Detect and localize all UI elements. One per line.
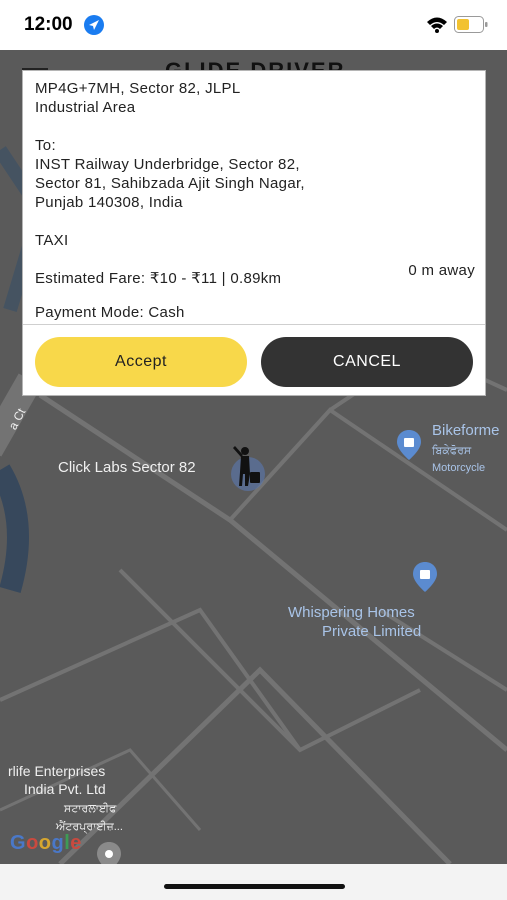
google-logo: Google	[10, 832, 82, 854]
map-label-enterprises-punjabi-1: ਸਟਾਰਲਾਈਫ	[64, 803, 117, 815]
map-label-whispering-1: Whispering Homes	[288, 604, 415, 621]
ride-details: MP4G+7MH, Sector 82, JLPL Industrial Are…	[35, 79, 475, 322]
pickup-address: MP4G+7MH, Sector 82, JLPL Industrial Are…	[35, 80, 241, 116]
place-pin-icon[interactable]	[97, 842, 121, 864]
home-indicator-area	[0, 864, 507, 900]
dropoff-address: INST Railway Underbridge, Sector 82, Sec…	[35, 156, 305, 211]
to-label: To:	[35, 137, 56, 154]
map-label-enterprises-1: rlife Enterprises	[8, 763, 106, 779]
map-label-bikeformers-punjabi: ਬਿਕੇਫੋਰਸ	[432, 445, 472, 457]
map-label-bikeformers-sub: Motorcycle	[432, 462, 486, 474]
ride-request-dialog: MP4G+7MH, Sector 82, JLPL Industrial Are…	[22, 70, 486, 396]
wifi-icon	[427, 17, 447, 33]
status-time: 12:00	[24, 14, 73, 35]
payment-mode: Payment Mode: Cash	[35, 304, 185, 321]
map-label-bikeformers: Bikeforme	[432, 422, 500, 439]
location-arrow-icon	[84, 15, 104, 35]
distance-away: 0 m away	[408, 262, 475, 279]
map-label-enterprises-2: India Pvt. Ltd	[24, 781, 106, 797]
home-indicator[interactable]	[164, 884, 345, 889]
dialog-divider	[23, 324, 485, 325]
car-type: TAXI	[35, 232, 69, 249]
status-bar: 12:00	[0, 0, 507, 50]
passenger-icon[interactable]	[228, 444, 268, 494]
home-pin-icon[interactable]	[413, 562, 437, 592]
shopping-bag-pin-icon[interactable]	[397, 430, 421, 460]
battery-icon	[454, 16, 488, 33]
map-label-click-labs: Click Labs Sector 82	[58, 459, 196, 476]
cancel-button[interactable]: CANCEL	[261, 337, 473, 387]
map-label-whispering-2: Private Limited	[322, 623, 422, 640]
accept-button[interactable]: Accept	[35, 337, 247, 387]
